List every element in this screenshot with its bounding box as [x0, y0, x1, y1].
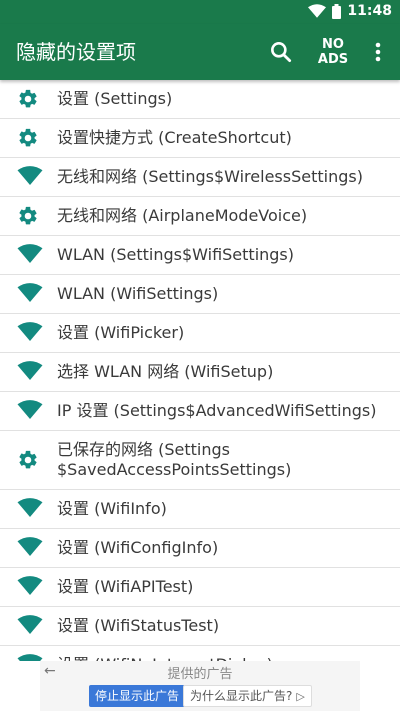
ad-title: 提供的广告 [167, 667, 233, 682]
why-ad-button[interactable]: 为什么显示此广告? ▷ [183, 685, 312, 707]
list-item-label: IP 设置 (Settings$AdvancedWifiSettings) [57, 401, 377, 420]
list-item-label: 设置 (WifiStatusTest) [57, 616, 220, 635]
list-item-label: 无线和网络 (AirplaneModeVoice) [57, 206, 308, 225]
hidden-settings-list: 设置 (Settings) 设置快捷方式 (CreateShortcut) 无线和网… [0, 80, 400, 661]
list-item-label: WLAN (Settings$WifiSettings) [57, 245, 295, 264]
list-item-label: 设置 (Settings) [57, 89, 173, 108]
wifi-icon [17, 576, 43, 598]
list-item[interactable]: IP 设置 (Settings$AdvancedWifiSettings) [0, 392, 400, 431]
list-item-label: 无线和网络 (Settings$WirelessSettings) [57, 167, 363, 186]
list-item[interactable]: 选择 WLAN 网络 (WifiSetup) [0, 353, 400, 392]
list-item[interactable]: 无线和网络 (Settings$WirelessSettings) [0, 158, 400, 197]
wifi-icon [17, 537, 43, 559]
list-item[interactable]: 设置 (WifiConfigInfo) [0, 529, 400, 568]
list-item[interactable]: 设置 (WifiStatusTest) [0, 607, 400, 646]
list-item-label: 设置 (WifiConfigInfo) [57, 538, 219, 557]
wifi-icon [17, 615, 43, 637]
list-item-label: 设置 (WifiPicker) [57, 323, 185, 342]
no-ads-line1: NO [322, 37, 344, 52]
list-item[interactable]: 设置 (WifiInfo) [0, 490, 400, 529]
wifi-icon [17, 498, 43, 520]
ad-info-icon: ▷ [296, 690, 305, 703]
gear-icon [17, 88, 43, 110]
battery-icon [332, 3, 342, 19]
app-toolbar: 隐藏的设置项 NO ADS [0, 24, 400, 80]
wifi-icon [17, 654, 43, 661]
page-title: 隐藏的设置项 [16, 40, 136, 64]
list-item-label: 设置 (WifiInfo) [57, 499, 167, 518]
stop-ad-button[interactable]: 停止显示此广告 [89, 685, 186, 707]
list-item[interactable]: 已保存的网络 (Settings $SavedAccessPointsSetti… [0, 431, 400, 490]
list-item[interactable]: 设置 (WifiAPITest) [0, 568, 400, 607]
gear-icon [17, 449, 43, 471]
wifi-icon [17, 283, 43, 305]
wifi-icon [17, 361, 43, 383]
gear-icon [17, 127, 43, 149]
list-item-label: 选择 WLAN 网络 (WifiSetup) [57, 362, 274, 381]
list-item[interactable]: WLAN (WifiSettings) [0, 275, 400, 314]
wifi-icon [17, 322, 43, 344]
list-item[interactable]: 设置 (Settings) [0, 80, 400, 119]
list-item-label: 设置 (WifiAPITest) [57, 577, 194, 596]
list-item[interactable]: 设置快捷方式 (CreateShortcut) [0, 119, 400, 158]
list-item-label: 设置快捷方式 (CreateShortcut) [57, 128, 292, 147]
list-item-label: WLAN (WifiSettings) [57, 284, 219, 303]
list-item[interactable]: WLAN (Settings$WifiSettings) [0, 236, 400, 275]
search-icon[interactable] [268, 39, 294, 65]
list-item-label: 已保存的网络 (Settings $SavedAccessPointsSetti… [57, 440, 292, 479]
list-item[interactable]: 无线和网络 (AirplaneModeVoice) [0, 197, 400, 236]
no-ads-line2: ADS [317, 52, 349, 67]
status-time: 11:48 [347, 3, 392, 19]
why-ad-label: 为什么显示此广告? [190, 689, 293, 703]
no-ads-button[interactable]: NO ADS [316, 37, 350, 67]
wifi-signal-icon [308, 4, 327, 18]
wifi-icon [17, 166, 43, 188]
list-item[interactable]: 设置 (WifiPicker) [0, 314, 400, 353]
wifi-icon [17, 400, 43, 422]
gear-icon [17, 205, 43, 227]
status-bar: 11:48 [0, 0, 400, 24]
wifi-icon [17, 244, 43, 266]
list-item[interactable]: 设置 (WifiNoInternetDialog) [0, 646, 400, 661]
ad-banner: ← 提供的广告 停止显示此广告 为什么显示此广告? ▷ [40, 661, 360, 711]
more-options-icon[interactable] [368, 40, 388, 64]
